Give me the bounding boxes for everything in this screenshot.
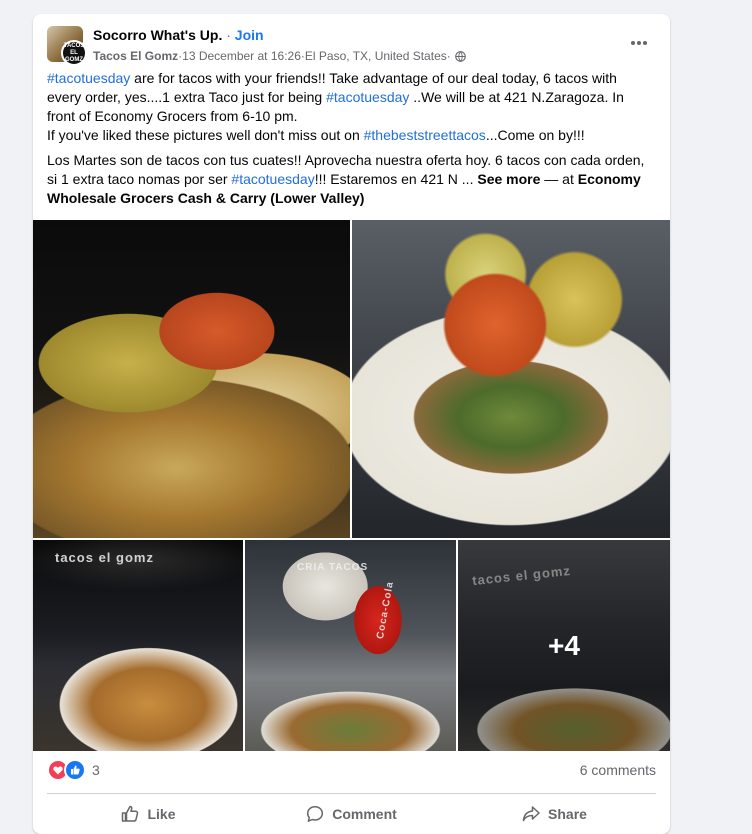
group-avatar[interactable]: TACOS EL GOMZ (47, 26, 87, 66)
like-reaction-icon (64, 759, 86, 781)
post-card: TACOS EL GOMZ Socorro What's Up. · Join … (33, 14, 670, 834)
hashtag-link[interactable]: #tacotuesday (47, 70, 130, 86)
post-body: #tacotuesday are for tacos with your fri… (47, 69, 653, 214)
join-link[interactable]: Join (235, 27, 264, 43)
post-location[interactable]: El Paso, TX, United States (305, 47, 447, 65)
header-text: Socorro What's Up. · Join Tacos El Gomz … (93, 26, 466, 65)
share-icon (522, 806, 540, 822)
post-paragraph-spanish: Los Martes son de tacos con tus cuates!!… (47, 151, 653, 208)
more-photos-overlay[interactable]: +4 (458, 540, 670, 751)
comment-button[interactable]: Comment (250, 795, 453, 833)
reaction-count[interactable]: 3 (92, 762, 100, 778)
hashtag-link[interactable]: #tacotuesday (326, 89, 409, 105)
thumbs-up-icon (122, 805, 139, 822)
can-label: Coca-Cola (375, 580, 396, 640)
truck-sign: CRIA TACOS (297, 562, 369, 573)
meta-separator: · (446, 49, 451, 63)
group-name-link[interactable]: Socorro What's Up. (93, 27, 222, 43)
post-text: !!! Estaremos en 421 N ... (314, 171, 478, 187)
comment-icon (307, 806, 324, 822)
actions-divider (47, 793, 656, 794)
group-line: Socorro What's Up. · Join (93, 26, 466, 44)
hashtag-link[interactable]: #thebeststreettacos (364, 127, 486, 143)
comment-label: Comment (332, 806, 397, 822)
share-button[interactable]: Share (453, 795, 656, 833)
truck-sign: tacos el gomz (55, 550, 154, 565)
separator: · (222, 27, 235, 43)
post-header: TACOS EL GOMZ Socorro What's Up. · Join … (47, 24, 656, 68)
post-actions: Like Comment Share (47, 795, 656, 833)
like-label: Like (147, 806, 176, 822)
post-paragraph-english: #tacotuesday are for tacos with your fri… (47, 69, 653, 145)
photo-food-truck-night[interactable]: tacos el gomz (33, 540, 243, 751)
globe-icon[interactable] (454, 50, 466, 62)
photo-truck-more[interactable]: tacos el gomz +4 (458, 540, 670, 751)
photo-grid: tacos el gomz CRIA TACOS Coca-Cola tacos… (33, 220, 670, 751)
post-text: ...Come on by!!! (485, 127, 585, 143)
hashtag-link[interactable]: #tacotuesday (231, 171, 314, 187)
author-link[interactable]: Tacos El Gomz (93, 47, 178, 65)
share-label: Share (548, 806, 587, 822)
post-text: If you've liked these pictures well don'… (47, 127, 364, 143)
like-button[interactable]: Like (47, 795, 250, 833)
comments-count-link[interactable]: 6 comments (580, 762, 656, 778)
reactions-bar: 3 6 comments (47, 758, 656, 782)
photo-coca-cola-tacos[interactable]: CRIA TACOS Coca-Cola (245, 540, 456, 751)
more-options-button[interactable] (628, 32, 650, 54)
post-date[interactable]: 13 December at 16:26 (182, 47, 301, 65)
more-icon (631, 41, 647, 45)
post-meta: Tacos El Gomz · 13 December at 16:26 · E… (93, 47, 466, 65)
photo-tacos-closeup[interactable] (33, 220, 350, 538)
page-avatar-logo: TACOS EL GOMZ (63, 42, 85, 64)
reaction-icons[interactable] (47, 759, 86, 781)
photo-tacos-plate[interactable] (352, 220, 670, 538)
page-avatar[interactable]: TACOS EL GOMZ (61, 40, 87, 66)
see-more-link[interactable]: See more (477, 171, 540, 187)
post-text: — at (540, 171, 578, 187)
